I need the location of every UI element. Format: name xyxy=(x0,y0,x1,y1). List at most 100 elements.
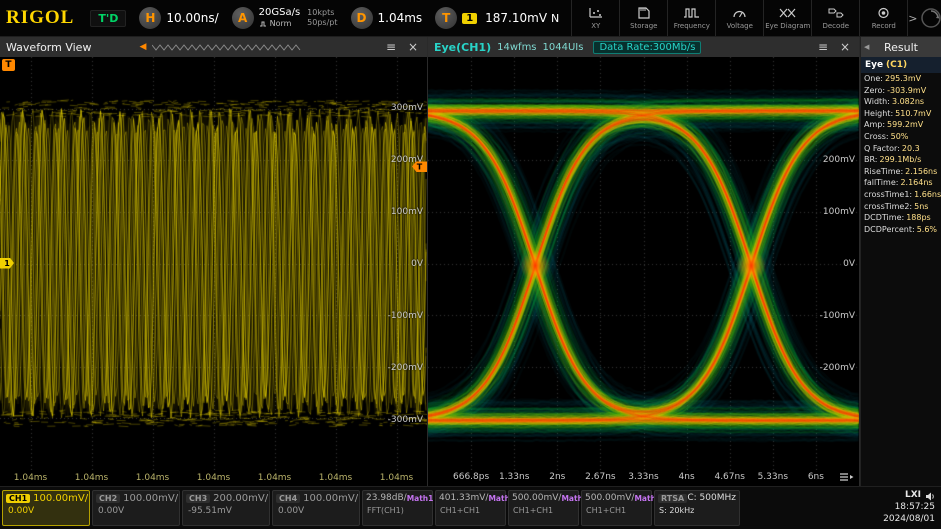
channel3-box[interactable]: CH3 200.00mV/ Ω -95.51mV xyxy=(182,490,280,526)
horizontal-scale-value[interactable]: 10.00ns/ xyxy=(166,11,218,25)
measurement-row: Height: 510.7mV xyxy=(864,108,932,118)
result-source-row[interactable]: Eye (C1) xyxy=(861,57,941,73)
waveform-display[interactable]: T 1 T 300mV 200mV 100mV 0V -100mV -200mV… xyxy=(0,57,427,470)
voltage-label: -200mV xyxy=(387,362,423,373)
acquire-info[interactable]: 20GSa/s Norm xyxy=(259,7,301,29)
eye-wfms-count: 14wfms xyxy=(497,41,537,53)
tool-xy[interactable]: XY xyxy=(571,0,619,36)
waveform-close-icon[interactable]: × xyxy=(405,40,421,54)
trigger-source-chip[interactable]: 1 xyxy=(462,12,478,24)
math4-box[interactable]: 500.00mV/Math4 CH1+CH1 xyxy=(581,490,661,526)
time-label: 1.04ms xyxy=(318,473,353,483)
math-scale: 401.33mV/ xyxy=(439,493,489,503)
channel1-box[interactable]: CH1 100.00mV/ Ω 0.00V xyxy=(2,490,100,526)
channel-offset: -95.51mV xyxy=(188,506,232,516)
circular-arrow-icon xyxy=(920,8,941,28)
tool-label: Decode xyxy=(822,21,850,30)
channel4-box[interactable]: CH4 100.00mV/ 0.00V xyxy=(272,490,360,526)
trigger-knob[interactable]: T xyxy=(435,7,458,29)
trigger-position-marker[interactable]: T xyxy=(2,59,15,71)
result-sidebar: ◀ Result Eye (C1) One: 295.3mV Zero: -303.… xyxy=(860,37,941,486)
voltage-label: -200mV xyxy=(819,362,855,373)
math-scale: 500.00mV/ xyxy=(512,493,562,503)
channel-status-bar: CH1 100.00mV/ Ω 0.00V CH2 100.00mV/ 0.00… xyxy=(0,486,941,529)
clock-date: 2024/08/01 xyxy=(883,513,935,524)
voltage-label: 0V xyxy=(411,258,423,269)
time-label: 6ns xyxy=(807,472,824,482)
tool-label: Storage xyxy=(630,21,658,30)
toolbar: XY Storage Frequency Voltage Eye Diagram… xyxy=(571,0,907,36)
eye-diagram-panel: Eye(CH1) 14wfms 1044UIs Data Rate:300Mb/… xyxy=(428,37,860,486)
math-expression: CH1+CH1 xyxy=(513,506,554,515)
tool-label: Frequency xyxy=(673,21,710,30)
tool-label: Voltage xyxy=(726,21,753,30)
tool-voltage[interactable]: Voltage xyxy=(715,0,763,36)
eye-display[interactable]: 200mV 100mV 0V -100mV -200mV xyxy=(428,57,859,470)
speaker-icon[interactable] xyxy=(925,492,935,501)
math-tag: Math1 xyxy=(406,493,434,503)
tool-frequency[interactable]: Frequency xyxy=(667,0,715,36)
measurement-row: DCDPercent: 5.6% xyxy=(864,224,938,234)
eye-time-axis: 666.8ps 1.33ns 2ns 2.67ns 3.33ns 4ns 4.6… xyxy=(428,470,859,486)
result-header[interactable]: ◀ Result xyxy=(861,37,941,57)
delay-knob[interactable]: D xyxy=(350,7,373,29)
tool-decode[interactable]: Decode xyxy=(811,0,859,36)
math1-box[interactable]: 23.98dB/Math1 FFT(CH1) xyxy=(362,490,433,526)
time-label: 1.04ms xyxy=(135,473,170,483)
tool-label: Record xyxy=(871,21,896,30)
waveform-view-panel: Waveform View ◀ ≡ × T 1 T 300mV 200mV 10… xyxy=(0,37,428,486)
eye-ui-count: 1044UIs xyxy=(542,41,584,53)
time-label: 1.04ms xyxy=(379,473,414,483)
memory-map-strip xyxy=(152,44,301,51)
eye-header: Eye(CH1) 14wfms 1044UIs Data Rate:300Mb/… xyxy=(428,37,859,57)
measurement-row: crossTime1: 1.66ns xyxy=(864,189,941,199)
math-expression: CH1+CH1 xyxy=(586,506,627,515)
time-label: 666.8ps xyxy=(453,472,490,482)
channel2-box[interactable]: CH2 100.00mV/ 0.00V xyxy=(92,490,180,526)
circular-control-button[interactable] xyxy=(918,5,941,31)
time-label: 4ns xyxy=(678,472,695,482)
channel-offset: 0.00V xyxy=(8,506,35,516)
time-label: 1.33ns xyxy=(498,472,530,482)
axis-menu-icon[interactable] xyxy=(838,472,854,482)
eye-menu-icon[interactable]: ≡ xyxy=(815,40,831,54)
tool-eye-diagram[interactable]: Eye Diagram xyxy=(763,0,811,36)
xy-icon xyxy=(588,7,604,20)
measurement-row: Zero: -303.9mV xyxy=(864,85,927,95)
waveform-menu-icon[interactable]: ≡ xyxy=(383,40,399,54)
math-expression: CH1+CH1 xyxy=(440,506,481,515)
time-label: 1.04ms xyxy=(257,473,292,483)
math2-box[interactable]: 401.33mV/Math2 CH1+CH1 xyxy=(435,490,515,526)
tool-label: Eye Diagram xyxy=(765,21,811,30)
eye-close-icon[interactable]: × xyxy=(837,40,853,54)
channel-scale: 100.00mV/ xyxy=(303,493,359,504)
voltage-label: -300mV xyxy=(387,414,423,425)
tool-storage[interactable]: Storage xyxy=(619,0,667,36)
time-label: 4.67ns xyxy=(714,472,745,482)
trigger-coupling-label: N xyxy=(551,11,560,25)
measurement-row: Amp: 599.2mV xyxy=(864,120,924,130)
voltage-label: 100mV xyxy=(390,206,423,217)
rtsa-box[interactable]: RTSA C: 500MHz S: 20kHz xyxy=(654,490,740,526)
rtsa-tag: RTSA xyxy=(658,493,688,503)
acquire-knob[interactable]: A xyxy=(231,7,254,29)
channel-scale: 100.00mV/ xyxy=(123,493,179,504)
decode-icon xyxy=(828,7,844,20)
channel-tag: CH1 xyxy=(6,494,31,503)
horizontal-knob[interactable]: H xyxy=(139,7,162,29)
channel-tag: CH3 xyxy=(186,494,211,503)
trigger-status-badge: T'D xyxy=(90,9,127,27)
clock-time: 18:57:25 xyxy=(894,502,935,513)
toolbar-expand-button[interactable]: > xyxy=(907,0,918,36)
time-label: 3.33ns xyxy=(628,472,659,482)
tool-record[interactable]: Record xyxy=(859,0,907,36)
memory-left-arrow[interactable]: ◀ xyxy=(139,42,146,52)
system-clock: LXI 18:57:25 2024/08/01 xyxy=(883,490,935,525)
channel-offset: 0.00V xyxy=(98,506,125,516)
measurement-row: BR: 299.1Mb/s xyxy=(864,155,922,165)
math3-box[interactable]: 500.00mV/Math3 CH1+CH1 xyxy=(508,490,588,526)
memory-depth-value: 10kpts xyxy=(307,8,335,18)
main-display-area: Waveform View ◀ ≡ × T 1 T 300mV 200mV 10… xyxy=(0,37,941,486)
trigger-level-value[interactable]: 187.10mV xyxy=(485,11,547,25)
delay-value[interactable]: 1.04ms xyxy=(378,11,423,25)
